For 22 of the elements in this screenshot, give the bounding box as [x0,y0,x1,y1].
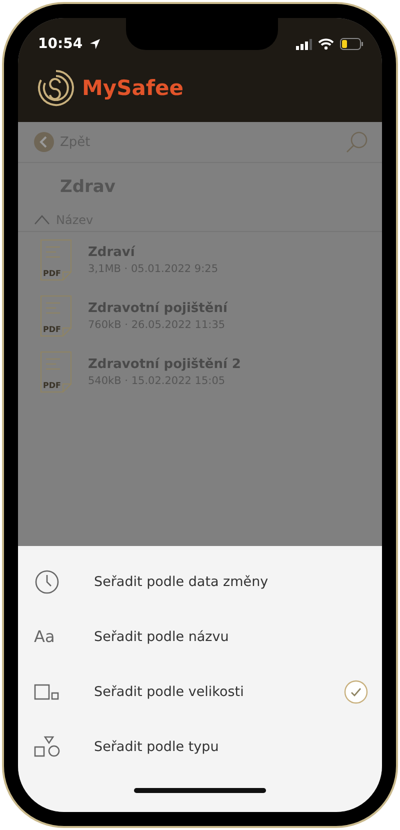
shapes-icon [34,736,60,758]
signal-icon [296,38,312,50]
squares-icon [34,682,60,700]
sort-option[interactable]: Seřadit podle data změny [18,554,382,609]
sort-option[interactable]: Aa Seřadit podle názvu [18,609,382,664]
battery-icon [340,38,364,50]
pdf-file-icon: PDF [40,351,72,393]
sort-option[interactable]: Seřadit podle velikosti [18,664,382,719]
pdf-file-icon: PDF [40,239,72,281]
app-name: MySafee [82,76,184,100]
status-time: 10:54 [38,36,83,52]
check-circle-icon [344,680,368,704]
pdf-file-icon: PDF [40,295,72,337]
location-arrow-icon [88,38,101,50]
back-circle-icon [34,132,54,152]
clock-icon [34,568,60,594]
search-icon[interactable] [346,131,368,153]
fingerprint-logo-icon [36,68,76,108]
text-icon: Aa [34,627,55,646]
chevron-up-icon [34,215,50,225]
sort-option[interactable]: Seřadit podle typu [18,719,382,774]
wifi-icon [318,38,334,50]
